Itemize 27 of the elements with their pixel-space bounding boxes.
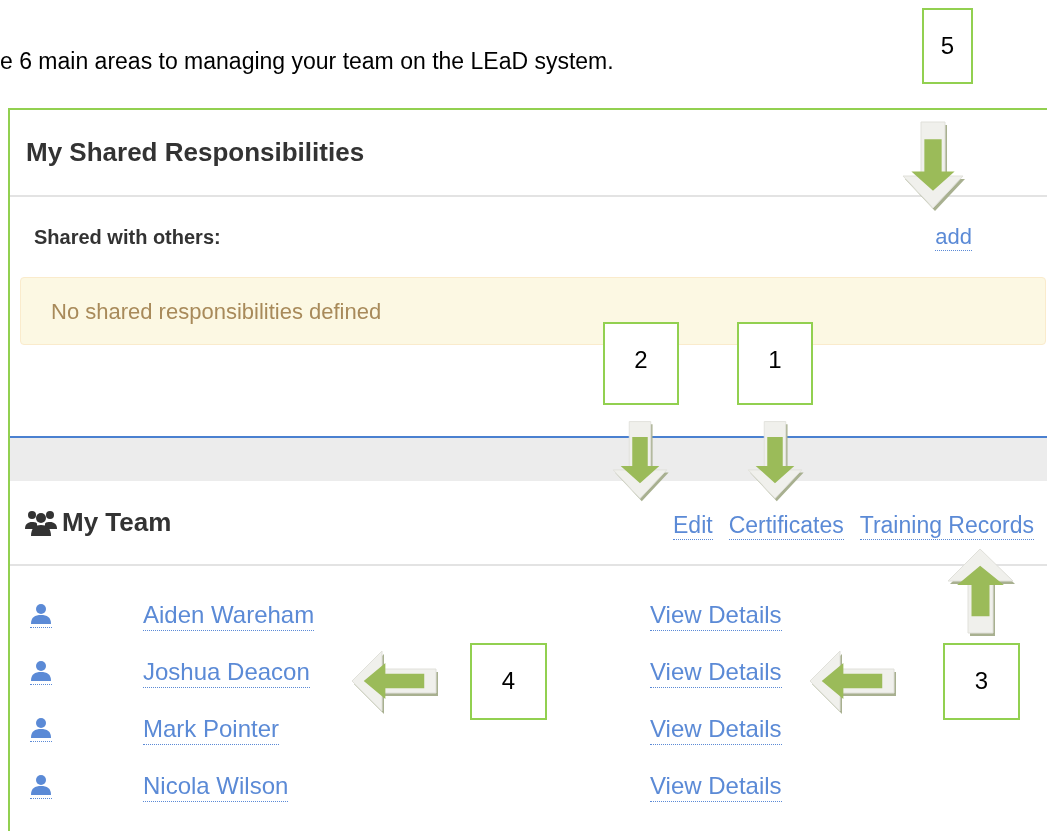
callout-number: 5 [922,8,973,84]
person-icon[interactable] [30,660,52,685]
panel-title: My Shared Responsibilities [26,136,365,169]
section-label: Shared with others: [34,225,221,250]
action-link[interactable]: Training Records [859,510,1034,541]
callout-number: 2 [603,322,679,405]
alert-message: No shared responsibilities defined [20,277,1046,345]
view-details-link[interactable]: View Details [650,714,782,745]
person-icon[interactable] [30,774,52,799]
member-name-link[interactable]: Joshua Deacon [143,657,310,688]
users-icon [24,508,58,537]
intro-text: e 6 main areas to managing your team on the LEaD system. [0,47,614,76]
person-icon[interactable] [30,603,52,628]
view-details-link[interactable]: View Details [650,771,782,802]
member-name-link[interactable]: Nicola Wilson [143,771,289,802]
member-name-link[interactable]: Mark Pointer [143,714,280,745]
action-link[interactable]: Certificates [728,510,844,541]
member-name-link[interactable]: Aiden Wareham [143,600,315,631]
callout-number: 4 [470,643,547,720]
action-link[interactable]: Edit [673,510,713,541]
callout-number: 1 [737,322,813,405]
callout-number: 3 [943,643,1020,720]
view-details-link[interactable]: View Details [650,600,782,631]
view-details-link[interactable]: View Details [650,657,782,688]
add-link[interactable]: add [935,222,972,252]
person-icon[interactable] [30,717,52,742]
panel-title: My Team [62,506,172,539]
